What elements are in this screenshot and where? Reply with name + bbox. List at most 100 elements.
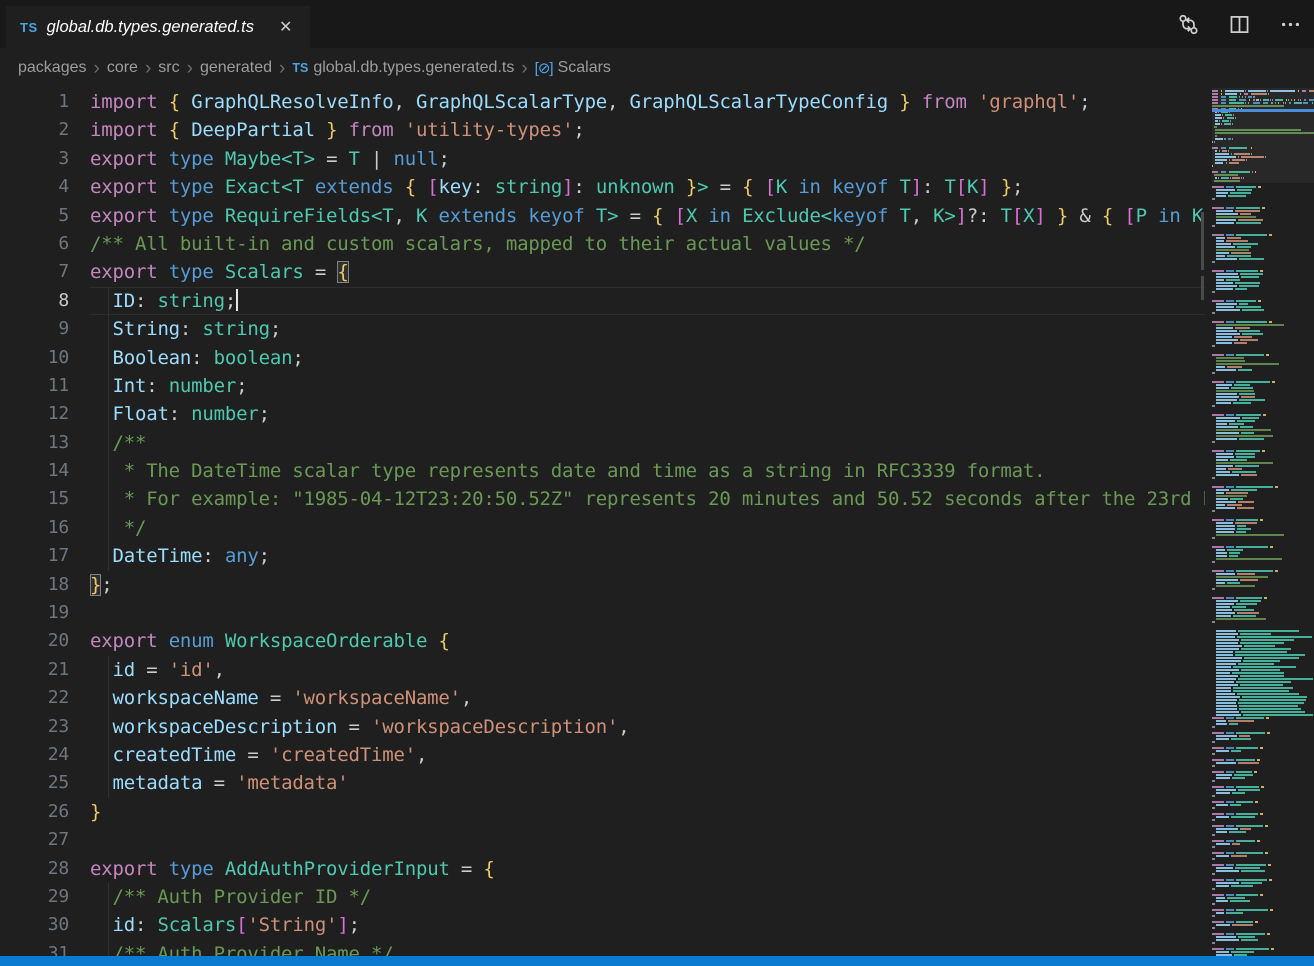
code-line-24[interactable]: createdTime = 'createdTime', — [90, 741, 1205, 769]
minimap-row — [1212, 183, 1314, 185]
code-line-1[interactable]: import { GraphQLResolveInfo, GraphQLScal… — [90, 88, 1205, 116]
line-number: 2 — [0, 116, 90, 144]
minimap-row — [1212, 561, 1314, 563]
tab-close-icon[interactable]: ✕ — [275, 15, 296, 39]
code-line-2[interactable]: import { DeepPartial } from 'utility-typ… — [90, 116, 1205, 144]
minimap-row — [1212, 237, 1314, 239]
minimap-row — [1212, 732, 1314, 734]
tab-global-db-types[interactable]: TS global.db.types.generated.ts ✕ — [6, 6, 310, 48]
breadcrumb-item-symbol[interactable]: [⊘]Scalars — [535, 59, 611, 77]
minimap-row — [1212, 504, 1314, 506]
minimap-row — [1212, 843, 1314, 845]
code-line-25[interactable]: metadata = 'metadata' — [90, 769, 1205, 797]
typescript-file-icon: TS — [292, 61, 308, 75]
code-line-21[interactable]: id = 'id', — [90, 656, 1205, 684]
line-number: 22 — [0, 684, 90, 712]
breadcrumb-item-src[interactable]: src — [158, 59, 179, 77]
minimap-row — [1212, 930, 1314, 932]
minimap-row — [1212, 924, 1314, 926]
breadcrumb-item-generated[interactable]: generated — [200, 59, 272, 77]
code-line-3[interactable]: export type Maybe<T> = T | null; — [90, 145, 1205, 173]
code-line-28[interactable]: export type AddAuthProviderInput = { — [90, 855, 1205, 883]
code-line-5[interactable]: export type RequireFields<T, K extends k… — [90, 202, 1205, 230]
minimap-row — [1212, 660, 1314, 662]
line-number: 17 — [0, 542, 90, 570]
minimap-row — [1212, 858, 1314, 860]
code-line-6[interactable]: /** All built-in and custom scalars, map… — [90, 230, 1205, 258]
minimap-viewport-slider[interactable] — [1212, 88, 1314, 183]
minimap-row — [1212, 951, 1314, 953]
minimap-row — [1212, 852, 1314, 854]
minimap-row — [1212, 861, 1314, 863]
minimap-row — [1212, 657, 1314, 659]
code-line-16[interactable]: */ — [90, 514, 1205, 542]
minimap-row — [1212, 519, 1314, 521]
code-line-18[interactable]: }; — [90, 571, 1205, 599]
breadcrumb-item-core[interactable]: core — [107, 59, 138, 77]
minimap-row — [1212, 234, 1314, 236]
code-line-14[interactable]: * The DateTime scalar type represents da… — [90, 457, 1205, 485]
code-line-23[interactable]: workspaceDescription = 'workspaceDescrip… — [90, 713, 1205, 741]
code-line-4[interactable]: export type Exact<T extends { [key: stri… — [90, 173, 1205, 201]
code-line-29[interactable]: /** Auth Provider ID */ — [90, 883, 1205, 911]
code-line-15[interactable]: * For example: "1985-04-12T23:20:50.52Z"… — [90, 485, 1205, 513]
code-lines[interactable]: import { GraphQLResolveInfo, GraphQLScal… — [90, 88, 1205, 956]
minimap-row — [1212, 864, 1314, 866]
minimap-row — [1212, 885, 1314, 887]
code-line-31[interactable]: /** Auth Provider Name */ — [90, 940, 1205, 956]
minimap-row — [1212, 501, 1314, 503]
minimap-row — [1212, 627, 1314, 629]
code-line-22[interactable]: workspaceName = 'workspaceName', — [90, 684, 1205, 712]
code-line-27[interactable] — [90, 826, 1205, 854]
minimap-row — [1212, 612, 1314, 614]
code-line-9[interactable]: String: string; — [90, 315, 1205, 343]
line-number: 16 — [0, 514, 90, 542]
code-line-26[interactable]: } — [90, 798, 1205, 826]
code-editor[interactable]: 1234567891011121314151617181920212223242… — [0, 88, 1314, 956]
minimap[interactable] — [1212, 88, 1314, 956]
breadcrumb-item-file[interactable]: TSglobal.db.types.generated.ts — [292, 59, 514, 77]
minimap-row — [1212, 216, 1314, 218]
code-line-8[interactable]: ID: string; — [90, 287, 1205, 315]
minimap-row — [1212, 480, 1314, 482]
line-number: 13 — [0, 429, 90, 457]
minimap-row — [1212, 933, 1314, 935]
code-line-30[interactable]: id: Scalars['String']; — [90, 911, 1205, 939]
more-actions-icon[interactable] — [1278, 12, 1302, 36]
minimap-row — [1212, 333, 1314, 335]
line-number: 19 — [0, 599, 90, 627]
code-line-20[interactable]: export enum WorkspaceOrderable { — [90, 627, 1205, 655]
code-line-17[interactable]: DateTime: any; — [90, 542, 1205, 570]
indent-guide — [108, 883, 109, 956]
minimap-row — [1212, 219, 1314, 221]
typescript-file-icon: TS — [20, 20, 38, 35]
open-changes-icon[interactable] — [1176, 12, 1200, 36]
minimap-row — [1212, 810, 1314, 812]
split-editor-icon[interactable] — [1227, 12, 1251, 36]
minimap-row — [1212, 798, 1314, 800]
code-line-11[interactable]: Int: number; — [90, 372, 1205, 400]
minimap-row — [1212, 639, 1314, 641]
minimap-row — [1212, 678, 1314, 680]
minimap-row — [1212, 465, 1314, 467]
minimap-row — [1212, 300, 1314, 302]
minimap-row — [1212, 585, 1314, 587]
code-line-12[interactable]: Float: number; — [90, 400, 1205, 428]
minimap-row — [1212, 696, 1314, 698]
line-number: 20 — [0, 627, 90, 655]
minimap-row — [1212, 297, 1314, 299]
breadcrumb-item-packages[interactable]: packages — [18, 59, 87, 77]
minimap-row — [1212, 444, 1314, 446]
minimap-row — [1212, 345, 1314, 347]
minimap-row — [1212, 390, 1314, 392]
minimap-row — [1212, 354, 1314, 356]
code-line-10[interactable]: Boolean: boolean; — [90, 344, 1205, 372]
minimap-row — [1212, 546, 1314, 548]
code-line-7[interactable]: export type Scalars = { — [90, 258, 1205, 286]
minimap-row — [1212, 633, 1314, 635]
line-number: 11 — [0, 372, 90, 400]
minimap-row — [1212, 339, 1314, 341]
minimap-row — [1212, 315, 1314, 317]
code-line-19[interactable] — [90, 599, 1205, 627]
code-line-13[interactable]: /** — [90, 429, 1205, 457]
